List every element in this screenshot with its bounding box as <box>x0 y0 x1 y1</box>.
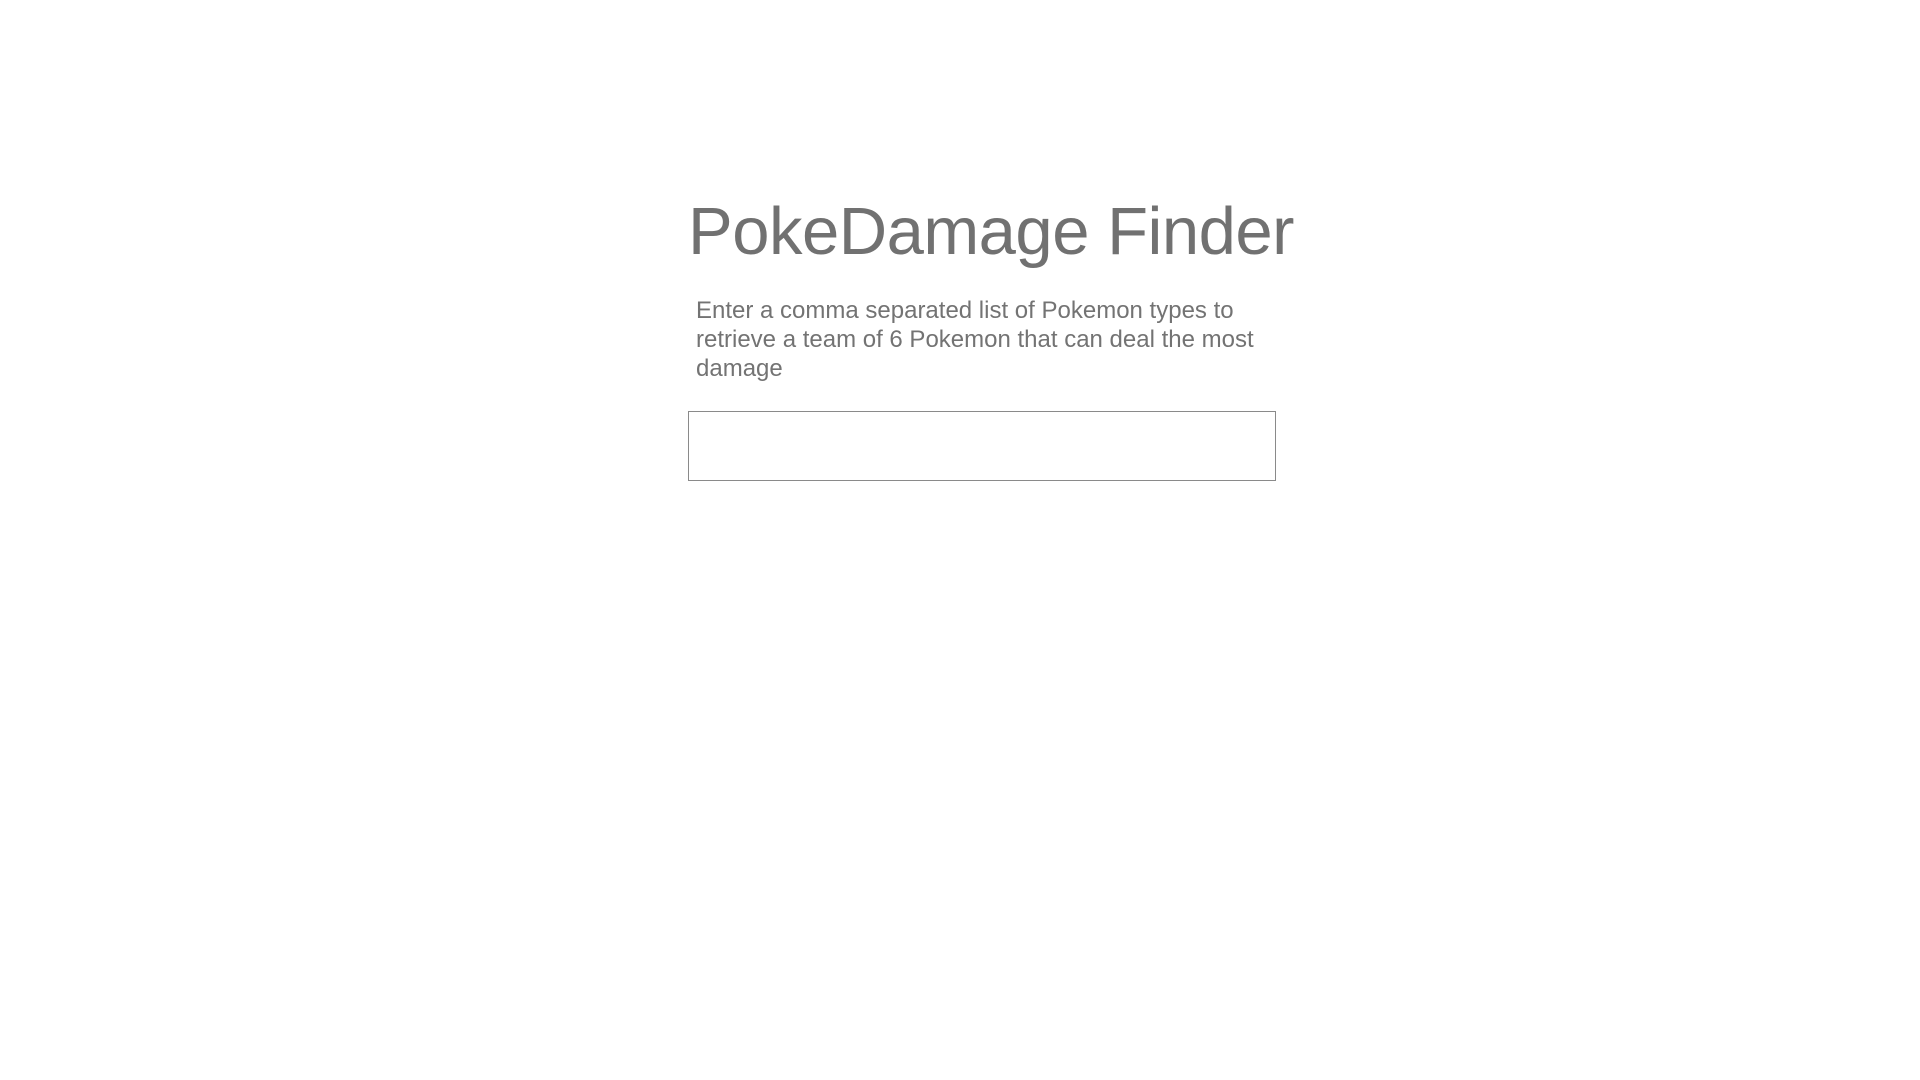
instructions-text: Enter a comma separated list of Pokemon … <box>696 297 1254 382</box>
pokemon-types-input[interactable] <box>688 411 1276 481</box>
main-panel: PokeDamage Finder Enter a comma separate… <box>688 190 1294 481</box>
page-title: PokeDamage Finder <box>688 194 1294 269</box>
